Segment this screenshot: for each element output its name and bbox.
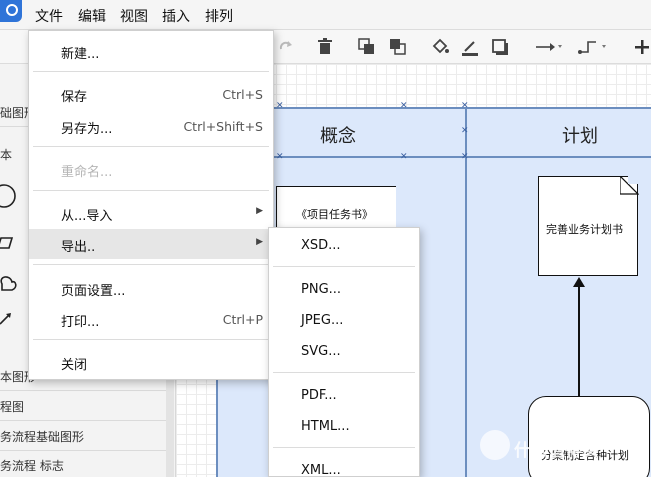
file-menu-close[interactable]: 关闭 xyxy=(29,347,273,377)
sidebar-divider xyxy=(0,420,170,421)
add-icon[interactable] xyxy=(632,37,651,57)
menu-separator xyxy=(33,190,269,191)
sidebar-shape-previews[interactable] xyxy=(0,176,30,326)
doc-fold-corner xyxy=(620,176,639,195)
doc-node-business-plan-label: 完善业务计划书 xyxy=(546,223,623,236)
app-logo-icon xyxy=(0,0,22,22)
menu-separator xyxy=(273,372,415,373)
file-menu-export[interactable]: 导出.. ▶ xyxy=(29,229,273,259)
export-html[interactable]: HTML... xyxy=(269,412,419,442)
sidebar-section-bpmn-marks[interactable]: 务流程 标志 xyxy=(0,457,64,474)
redo-icon[interactable] xyxy=(276,37,296,57)
shadow-icon[interactable] xyxy=(490,37,510,57)
shortcut-save: Ctrl+S xyxy=(222,87,263,102)
selection-handle[interactable]: ✕ xyxy=(461,127,469,136)
file-menu-import[interactable]: 从...导入 ▶ xyxy=(29,198,273,228)
file-menu-page-setup[interactable]: 页面设置... xyxy=(29,273,273,303)
menu-bar: 文件 编辑 视图 插入 排列 xyxy=(0,0,651,30)
connector-arrow[interactable] xyxy=(578,284,580,396)
connector-arrowhead xyxy=(573,277,585,287)
connection-style-icon[interactable] xyxy=(534,37,566,57)
selection-handle[interactable]: ✕ xyxy=(400,153,408,162)
selection-handle[interactable]: ✕ xyxy=(461,102,469,111)
file-menu-save[interactable]: 保存 Ctrl+S xyxy=(29,79,273,109)
watermark-text: 什么值得买 xyxy=(514,441,599,461)
file-menu-save-as[interactable]: 另存为... Ctrl+Shift+S xyxy=(29,111,273,141)
sidebar-text-label: 本 xyxy=(0,148,13,162)
menu-edit[interactable]: 编辑 xyxy=(78,6,106,26)
menu-separator xyxy=(33,146,269,147)
menu-separator xyxy=(33,339,269,340)
export-submenu: XSD... PNG... JPEG... SVG... PDF... HTML… xyxy=(268,227,420,477)
menu-insert[interactable]: 插入 xyxy=(162,6,190,26)
delete-icon[interactable] xyxy=(315,37,335,57)
export-xml[interactable]: XML... xyxy=(269,456,419,477)
to-back-icon[interactable] xyxy=(388,37,408,57)
export-jpeg[interactable]: JPEG... xyxy=(269,306,419,336)
file-menu-print[interactable]: 打印... Ctrl+P xyxy=(29,304,273,334)
export-pdf[interactable]: PDF... xyxy=(269,381,419,411)
menu-separator xyxy=(33,71,269,72)
waypoint-style-icon[interactable] xyxy=(578,37,610,57)
sidebar-section-flowchart[interactable]: 程图 xyxy=(0,398,24,415)
file-menu-new[interactable]: 新建... xyxy=(29,36,273,66)
lane-title-plan[interactable]: 计划 xyxy=(562,122,598,148)
selection-handle[interactable]: ✕ xyxy=(276,153,284,162)
line-color-icon[interactable] xyxy=(460,37,480,57)
submenu-arrow-icon: ▶ xyxy=(256,206,263,216)
export-xsd[interactable]: XSD... xyxy=(269,231,419,261)
submenu-arrow-icon: ▶ xyxy=(256,237,263,247)
menu-file[interactable]: 文件 xyxy=(35,6,63,26)
selection-handle[interactable]: ✕ xyxy=(461,153,469,162)
export-svg[interactable]: SVG... xyxy=(269,337,419,367)
shortcut-save-as: Ctrl+Shift+S xyxy=(183,119,263,134)
menu-arrange[interactable]: 排列 xyxy=(205,6,233,26)
fill-color-icon[interactable] xyxy=(430,37,450,57)
sidebar-section-bpmn-basic[interactable]: 务流程基础图形 xyxy=(0,428,84,445)
menu-view[interactable]: 视图 xyxy=(120,6,148,26)
menu-separator xyxy=(273,266,415,267)
export-png[interactable]: PNG... xyxy=(269,275,419,305)
selection-handle[interactable]: ✕ xyxy=(400,102,408,111)
lane-divider xyxy=(465,107,467,477)
sidebar-divider xyxy=(0,390,170,391)
watermark-logo-icon xyxy=(480,430,510,460)
doc-node-project-task-label: 《项目任务书》 xyxy=(296,208,373,221)
sidebar-divider xyxy=(0,450,170,451)
menu-separator xyxy=(33,264,269,265)
file-menu-rename: 重命名... xyxy=(61,165,113,180)
lane-title-concept[interactable]: 概念 xyxy=(320,122,356,148)
shortcut-print: Ctrl+P xyxy=(222,312,263,327)
file-menu-dropdown: 新建... 保存 Ctrl+S 另存为... Ctrl+Shift+S 重命名.… xyxy=(28,30,274,380)
menu-separator xyxy=(273,447,415,448)
selection-handle[interactable]: ✕ xyxy=(276,102,284,111)
to-front-icon[interactable] xyxy=(357,37,377,57)
